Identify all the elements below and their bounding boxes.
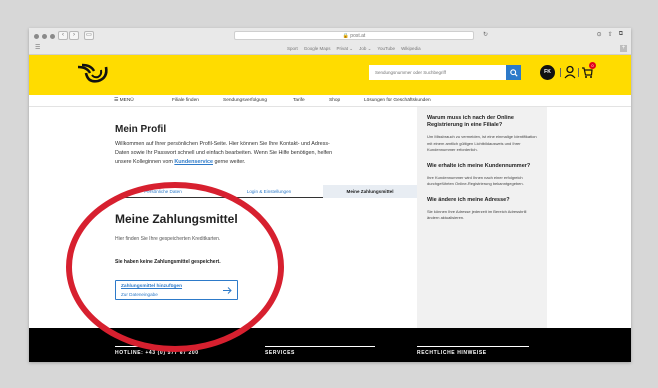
search-input[interactable] bbox=[369, 65, 506, 80]
forward-button[interactable]: › bbox=[69, 31, 79, 40]
bookmark-item[interactable]: Privat ⌄ bbox=[337, 43, 354, 54]
customer-service-link[interactable]: Kundenservice bbox=[174, 159, 213, 165]
bookmark-item[interactable]: Sport bbox=[287, 43, 298, 54]
bookmark-item[interactable]: YouTube bbox=[377, 43, 395, 54]
footer-divider bbox=[265, 346, 375, 347]
faq-question: Warum muss ich nach der Online Registrie… bbox=[427, 115, 514, 128]
faq-answer: Sie können Ihre Adresse jederzeit im Ber… bbox=[427, 208, 527, 221]
sidebar-icon[interactable]: ▭ bbox=[84, 31, 94, 40]
search-icon bbox=[509, 68, 518, 77]
back-button[interactable]: ‹ bbox=[58, 31, 68, 40]
page-title: Mein Profil bbox=[115, 124, 167, 135]
post-logo[interactable] bbox=[76, 63, 110, 85]
bookmark-item[interactable]: Google Maps bbox=[304, 43, 331, 54]
browser-chrome: ‹ › ▭ 🔒 post.at ↻ ⊙ ⇧ ⧉ ☰ Sport Google M… bbox=[29, 28, 631, 55]
window-controls[interactable] bbox=[34, 34, 55, 39]
faq-question: Wie ändere ich meine Adresse? bbox=[427, 196, 510, 203]
new-tab-button[interactable]: + bbox=[620, 45, 627, 52]
faq-sidebar: Warum muss ich nach der Online Registrie… bbox=[417, 107, 547, 328]
url-text: post.at bbox=[350, 33, 366, 39]
bookmarks-bar: ☰ Sport Google Maps Privat ⌄ Job ⌄ YouTu… bbox=[29, 43, 631, 54]
footer-services[interactable]: SERVICES bbox=[265, 350, 295, 356]
minimize-window-dot[interactable] bbox=[42, 34, 47, 39]
reload-icon[interactable]: ↻ bbox=[483, 31, 488, 38]
avatar[interactable]: FK bbox=[540, 65, 555, 80]
bookmark-item[interactable]: Wikipedia bbox=[401, 43, 421, 54]
tab-payment-methods[interactable]: Meine Zahlungsmittel bbox=[323, 185, 417, 198]
nav-item-business[interactable]: Lösungen für Geschäftskunden bbox=[364, 95, 431, 107]
nav-item-shop[interactable]: Shop bbox=[329, 95, 340, 107]
share-icon[interactable]: ⇧ bbox=[608, 31, 613, 38]
address-bar[interactable]: 🔒 post.at bbox=[234, 31, 474, 40]
nav-item-sendungsverfolgung[interactable]: Sendungsverfolgung bbox=[223, 95, 267, 107]
close-window-dot[interactable] bbox=[34, 34, 39, 39]
downloads-icon[interactable]: ⊙ bbox=[597, 31, 602, 38]
zoom-window-dot[interactable] bbox=[50, 34, 55, 39]
cart-count-badge: 0 bbox=[589, 62, 596, 69]
bookmark-item[interactable]: Job ⌄ bbox=[359, 43, 371, 54]
divider bbox=[560, 68, 561, 77]
faq-question: Wie erhalte ich meine Kundennummer? bbox=[427, 162, 531, 169]
nav-item-tarife[interactable]: Tarife bbox=[293, 95, 305, 107]
divider bbox=[578, 68, 579, 77]
footer-divider bbox=[417, 346, 529, 347]
grid-icon[interactable]: ☰ bbox=[35, 43, 40, 54]
footer-legal[interactable]: RECHTLICHE HINWEISE bbox=[417, 350, 487, 356]
faq-answer: Ihre Kundennummer wird Ihnen nach einer … bbox=[427, 174, 524, 187]
faq-answer: Um Missbrauch zu vermeiden, ist eine ein… bbox=[427, 134, 537, 152]
profile-intro: Willkommen auf Ihrer persönlichen Profil… bbox=[115, 141, 333, 165]
main-navigation: ☰ MENÜ Filiale finden Sendungsverfolgung… bbox=[29, 95, 631, 107]
tabs-icon[interactable]: ⧉ bbox=[619, 31, 623, 38]
site-header: FK 0 bbox=[29, 55, 631, 95]
search-button[interactable] bbox=[506, 65, 521, 80]
menu-button[interactable]: ☰ MENÜ bbox=[114, 95, 134, 107]
account-icon[interactable] bbox=[564, 65, 576, 80]
nav-item-filiale[interactable]: Filiale finden bbox=[172, 95, 199, 107]
highlight-circle-annotation bbox=[66, 182, 284, 352]
